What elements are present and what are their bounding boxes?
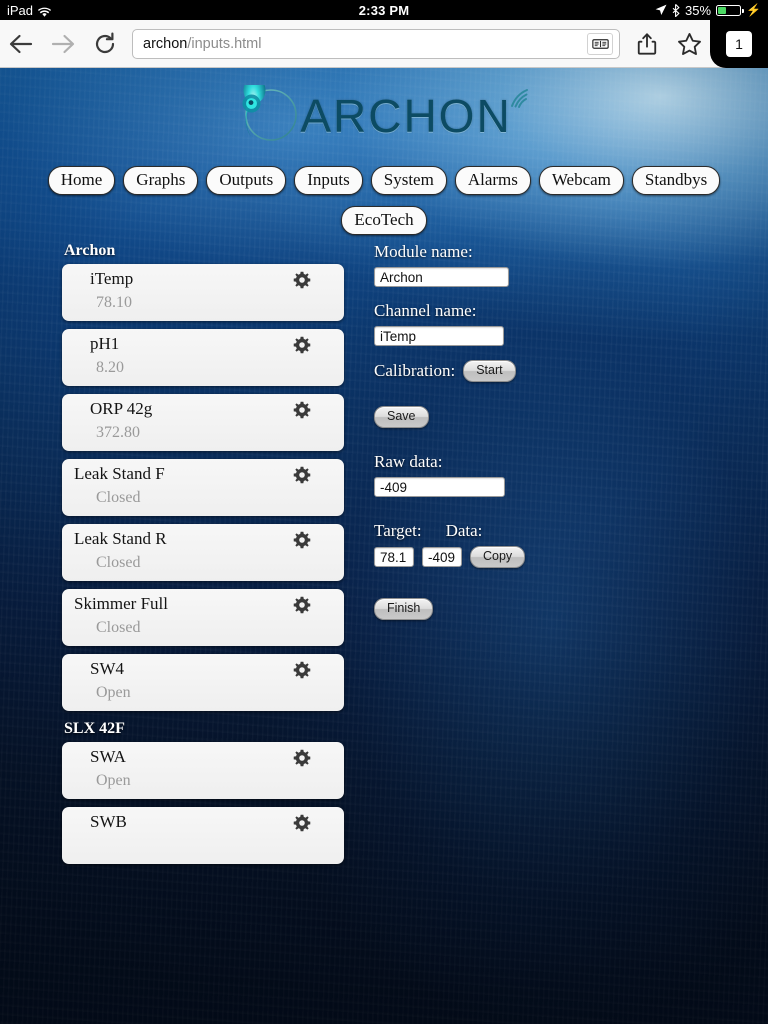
channel-value: Closed [96, 619, 141, 637]
channel-name-input[interactable] [374, 326, 504, 346]
logo-wordmark: ARCHON [300, 90, 512, 142]
channel-card-leak-stand-r[interactable]: Leak Stand R Closed [62, 524, 344, 581]
gear-icon[interactable] [293, 271, 311, 289]
target-data-labels: Target: Data: [374, 521, 734, 541]
reload-button[interactable] [84, 20, 126, 68]
tab-count-label: 1 [726, 31, 752, 57]
tab-count-button[interactable]: 1 [710, 20, 768, 68]
nav-item-ecotech[interactable]: EcoTech [341, 206, 427, 235]
target-data-row: Copy [374, 546, 734, 568]
star-icon [677, 32, 701, 55]
module-name-input[interactable] [374, 267, 509, 287]
secondary-navigation: EcoTech [0, 206, 768, 235]
channel-card-itemp[interactable]: iTemp 78.10 [62, 264, 344, 321]
signal-waves-icon [510, 89, 528, 108]
copy-button[interactable]: Copy [470, 546, 526, 568]
channel-value: Closed [96, 489, 141, 507]
gear-icon[interactable] [293, 466, 311, 484]
channel-card-sw4[interactable]: SW4 Open [62, 654, 344, 711]
data-value-input[interactable] [422, 547, 462, 567]
channel-card-swa[interactable]: SWA Open [62, 742, 344, 799]
data-label: Data: [445, 521, 483, 540]
url-bar[interactable]: archon /inputs.html [132, 28, 620, 59]
nav-item-home[interactable]: Home [47, 166, 116, 195]
archon-swirl-icon [242, 85, 298, 141]
back-button[interactable] [0, 20, 42, 68]
channel-card-leak-stand-f[interactable]: Leak Stand F Closed [62, 459, 344, 516]
channel-card-swb[interactable]: SWB [62, 807, 344, 864]
nav-item-inputs[interactable]: Inputs [294, 166, 363, 195]
url-path: /inputs.html [187, 35, 262, 52]
gear-icon[interactable] [293, 814, 311, 832]
reload-icon [95, 32, 115, 53]
save-button[interactable]: Save [374, 406, 429, 428]
share-button[interactable] [626, 20, 668, 68]
channel-card-skimmer-full[interactable]: Skimmer Full Closed [62, 589, 344, 646]
reader-view-button[interactable] [587, 32, 613, 55]
nav-item-alarms[interactable]: Alarms [454, 166, 531, 195]
status-bar-clock: 2:33 PM [358, 2, 410, 18]
gear-icon[interactable] [293, 749, 311, 767]
group-title-slx-42f: SLX 42F [64, 720, 125, 737]
channel-card-orp-42g[interactable]: ORP 42g 372.80 [62, 394, 344, 451]
nav-item-system[interactable]: System [370, 166, 447, 195]
nav-item-outputs[interactable]: Outputs [206, 166, 287, 195]
gear-icon[interactable] [293, 531, 311, 549]
raw-data-input[interactable] [374, 477, 505, 497]
module-name-label: Module name: [374, 242, 473, 261]
group-title-archon: Archon [64, 242, 116, 259]
target-value-input[interactable] [374, 547, 414, 567]
gear-icon[interactable] [293, 336, 311, 354]
nav-item-graphs[interactable]: Graphs [123, 166, 199, 195]
channel-list: Archon iTemp 78.10 pH1 8.20 ORP 42g 372.… [62, 242, 344, 872]
ios-status-bar: iPad 2:33 PM 35% ⚡ [0, 0, 768, 20]
finish-button[interactable]: Finish [374, 598, 434, 620]
channel-value: 8.20 [96, 359, 124, 377]
channel-value: Open [96, 772, 131, 790]
calibration-row: Calibration: Start [374, 360, 734, 382]
web-page-content: ARCHON Home Graphs Outputs Inputs System… [0, 68, 768, 1024]
reader-view-icon [591, 38, 609, 49]
channel-value: 372.80 [96, 424, 140, 442]
channel-value: Open [96, 684, 131, 702]
bookmark-button[interactable] [668, 20, 710, 68]
gear-icon[interactable] [293, 596, 311, 614]
url-host: archon [143, 35, 188, 52]
channel-card-ph1[interactable]: pH1 8.20 [62, 329, 344, 386]
site-logo[interactable]: ARCHON [0, 80, 768, 152]
start-calibration-button[interactable]: Start [463, 360, 516, 382]
calibration-label: Calibration: [374, 361, 456, 380]
channel-name-label: Channel name: [374, 301, 477, 320]
nav-item-standbys[interactable]: Standbys [631, 166, 721, 195]
main-navigation: Home Graphs Outputs Inputs System Alarms… [0, 166, 768, 195]
gear-icon[interactable] [293, 661, 311, 679]
share-icon [637, 32, 657, 55]
channel-value: Closed [96, 554, 141, 572]
nav-item-webcam[interactable]: Webcam [538, 166, 624, 195]
safari-toolbar: archon /inputs.html [0, 20, 768, 68]
raw-data-label: Raw data: [374, 452, 443, 471]
channel-settings-form: Module name: Channel name: Calibration: … [374, 242, 734, 620]
target-label: Target: [374, 521, 422, 540]
back-arrow-icon [9, 34, 33, 53]
forward-arrow-icon [51, 34, 75, 53]
ipad-screen: iPad 2:33 PM 35% ⚡ archon /inputs.html 1… [0, 0, 768, 1024]
forward-button[interactable] [42, 20, 84, 68]
battery-icon [716, 4, 744, 16]
gear-icon[interactable] [293, 401, 311, 419]
channel-value: 78.10 [96, 294, 132, 312]
